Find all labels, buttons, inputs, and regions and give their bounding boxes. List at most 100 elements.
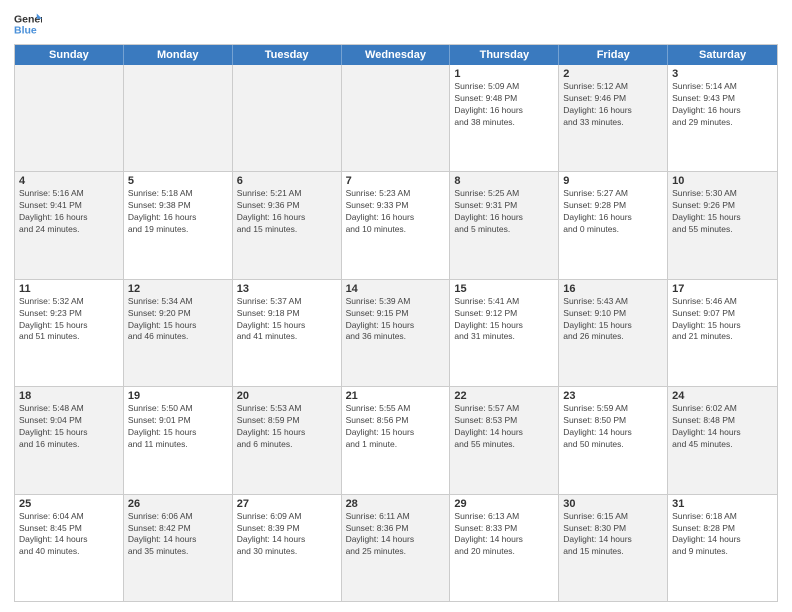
calendar: SundayMondayTuesdayWednesdayThursdayFrid… xyxy=(14,44,778,602)
calendar-cell-day-27: 27Sunrise: 6:09 AM Sunset: 8:39 PM Dayli… xyxy=(233,495,342,601)
cell-info: Sunrise: 6:15 AM Sunset: 8:30 PM Dayligh… xyxy=(563,511,663,559)
cell-info: Sunrise: 5:59 AM Sunset: 8:50 PM Dayligh… xyxy=(563,403,663,451)
cell-info: Sunrise: 5:50 AM Sunset: 9:01 PM Dayligh… xyxy=(128,403,228,451)
day-number: 2 xyxy=(563,68,663,80)
calendar-cell-day-29: 29Sunrise: 6:13 AM Sunset: 8:33 PM Dayli… xyxy=(450,495,559,601)
header-day-monday: Monday xyxy=(124,45,233,65)
calendar-cell-day-9: 9Sunrise: 5:27 AM Sunset: 9:28 PM Daylig… xyxy=(559,172,668,278)
day-number: 20 xyxy=(237,390,337,402)
cell-info: Sunrise: 5:55 AM Sunset: 8:56 PM Dayligh… xyxy=(346,403,446,451)
calendar-cell-day-15: 15Sunrise: 5:41 AM Sunset: 9:12 PM Dayli… xyxy=(450,280,559,386)
calendar-cell-day-23: 23Sunrise: 5:59 AM Sunset: 8:50 PM Dayli… xyxy=(559,387,668,493)
day-number: 25 xyxy=(19,498,119,510)
calendar-cell-day-13: 13Sunrise: 5:37 AM Sunset: 9:18 PM Dayli… xyxy=(233,280,342,386)
header-day-saturday: Saturday xyxy=(668,45,777,65)
day-number: 18 xyxy=(19,390,119,402)
day-number: 19 xyxy=(128,390,228,402)
cell-info: Sunrise: 5:12 AM Sunset: 9:46 PM Dayligh… xyxy=(563,81,663,129)
calendar-cell-day-21: 21Sunrise: 5:55 AM Sunset: 8:56 PM Dayli… xyxy=(342,387,451,493)
cell-info: Sunrise: 6:18 AM Sunset: 8:28 PM Dayligh… xyxy=(672,511,773,559)
cell-info: Sunrise: 6:09 AM Sunset: 8:39 PM Dayligh… xyxy=(237,511,337,559)
header: General Blue xyxy=(14,10,778,38)
cell-info: Sunrise: 5:14 AM Sunset: 9:43 PM Dayligh… xyxy=(672,81,773,129)
day-number: 1 xyxy=(454,68,554,80)
day-number: 3 xyxy=(672,68,773,80)
day-number: 14 xyxy=(346,283,446,295)
day-number: 30 xyxy=(563,498,663,510)
cell-info: Sunrise: 6:13 AM Sunset: 8:33 PM Dayligh… xyxy=(454,511,554,559)
day-number: 17 xyxy=(672,283,773,295)
calendar-cell-day-16: 16Sunrise: 5:43 AM Sunset: 9:10 PM Dayli… xyxy=(559,280,668,386)
header-day-tuesday: Tuesday xyxy=(233,45,342,65)
cell-info: Sunrise: 5:16 AM Sunset: 9:41 PM Dayligh… xyxy=(19,188,119,236)
calendar-header: SundayMondayTuesdayWednesdayThursdayFrid… xyxy=(15,45,777,65)
calendar-cell-day-18: 18Sunrise: 5:48 AM Sunset: 9:04 PM Dayli… xyxy=(15,387,124,493)
day-number: 6 xyxy=(237,175,337,187)
cell-info: Sunrise: 6:06 AM Sunset: 8:42 PM Dayligh… xyxy=(128,511,228,559)
cell-info: Sunrise: 5:46 AM Sunset: 9:07 PM Dayligh… xyxy=(672,296,773,344)
calendar-cell-day-30: 30Sunrise: 6:15 AM Sunset: 8:30 PM Dayli… xyxy=(559,495,668,601)
day-number: 10 xyxy=(672,175,773,187)
cell-info: Sunrise: 5:43 AM Sunset: 9:10 PM Dayligh… xyxy=(563,296,663,344)
day-number: 22 xyxy=(454,390,554,402)
day-number: 12 xyxy=(128,283,228,295)
calendar-cell-day-6: 6Sunrise: 5:21 AM Sunset: 9:36 PM Daylig… xyxy=(233,172,342,278)
cell-info: Sunrise: 5:34 AM Sunset: 9:20 PM Dayligh… xyxy=(128,296,228,344)
day-number: 31 xyxy=(672,498,773,510)
calendar-row-0: 1Sunrise: 5:09 AM Sunset: 9:48 PM Daylig… xyxy=(15,65,777,172)
logo: General Blue xyxy=(14,10,42,38)
calendar-cell-empty xyxy=(342,65,451,171)
calendar-row-4: 25Sunrise: 6:04 AM Sunset: 8:45 PM Dayli… xyxy=(15,495,777,601)
day-number: 15 xyxy=(454,283,554,295)
calendar-cell-empty xyxy=(233,65,342,171)
cell-info: Sunrise: 5:09 AM Sunset: 9:48 PM Dayligh… xyxy=(454,81,554,129)
calendar-cell-empty xyxy=(124,65,233,171)
calendar-cell-day-4: 4Sunrise: 5:16 AM Sunset: 9:41 PM Daylig… xyxy=(15,172,124,278)
calendar-cell-day-25: 25Sunrise: 6:04 AM Sunset: 8:45 PM Dayli… xyxy=(15,495,124,601)
cell-info: Sunrise: 5:39 AM Sunset: 9:15 PM Dayligh… xyxy=(346,296,446,344)
calendar-cell-day-19: 19Sunrise: 5:50 AM Sunset: 9:01 PM Dayli… xyxy=(124,387,233,493)
cell-info: Sunrise: 5:25 AM Sunset: 9:31 PM Dayligh… xyxy=(454,188,554,236)
cell-info: Sunrise: 5:30 AM Sunset: 9:26 PM Dayligh… xyxy=(672,188,773,236)
day-number: 8 xyxy=(454,175,554,187)
calendar-cell-day-7: 7Sunrise: 5:23 AM Sunset: 9:33 PM Daylig… xyxy=(342,172,451,278)
calendar-cell-day-11: 11Sunrise: 5:32 AM Sunset: 9:23 PM Dayli… xyxy=(15,280,124,386)
calendar-cell-day-12: 12Sunrise: 5:34 AM Sunset: 9:20 PM Dayli… xyxy=(124,280,233,386)
cell-info: Sunrise: 5:27 AM Sunset: 9:28 PM Dayligh… xyxy=(563,188,663,236)
cell-info: Sunrise: 5:18 AM Sunset: 9:38 PM Dayligh… xyxy=(128,188,228,236)
day-number: 28 xyxy=(346,498,446,510)
calendar-row-2: 11Sunrise: 5:32 AM Sunset: 9:23 PM Dayli… xyxy=(15,280,777,387)
day-number: 5 xyxy=(128,175,228,187)
header-day-wednesday: Wednesday xyxy=(342,45,451,65)
calendar-cell-day-8: 8Sunrise: 5:25 AM Sunset: 9:31 PM Daylig… xyxy=(450,172,559,278)
cell-info: Sunrise: 5:37 AM Sunset: 9:18 PM Dayligh… xyxy=(237,296,337,344)
logo-icon: General Blue xyxy=(14,10,42,38)
calendar-cell-empty xyxy=(15,65,124,171)
cell-info: Sunrise: 5:21 AM Sunset: 9:36 PM Dayligh… xyxy=(237,188,337,236)
day-number: 7 xyxy=(346,175,446,187)
svg-text:Blue: Blue xyxy=(14,25,37,37)
day-number: 13 xyxy=(237,283,337,295)
cell-info: Sunrise: 5:48 AM Sunset: 9:04 PM Dayligh… xyxy=(19,403,119,451)
day-number: 27 xyxy=(237,498,337,510)
calendar-cell-day-1: 1Sunrise: 5:09 AM Sunset: 9:48 PM Daylig… xyxy=(450,65,559,171)
calendar-cell-day-14: 14Sunrise: 5:39 AM Sunset: 9:15 PM Dayli… xyxy=(342,280,451,386)
calendar-cell-day-3: 3Sunrise: 5:14 AM Sunset: 9:43 PM Daylig… xyxy=(668,65,777,171)
calendar-cell-day-26: 26Sunrise: 6:06 AM Sunset: 8:42 PM Dayli… xyxy=(124,495,233,601)
calendar-cell-day-20: 20Sunrise: 5:53 AM Sunset: 8:59 PM Dayli… xyxy=(233,387,342,493)
header-day-friday: Friday xyxy=(559,45,668,65)
calendar-cell-day-24: 24Sunrise: 6:02 AM Sunset: 8:48 PM Dayli… xyxy=(668,387,777,493)
day-number: 21 xyxy=(346,390,446,402)
cell-info: Sunrise: 5:57 AM Sunset: 8:53 PM Dayligh… xyxy=(454,403,554,451)
cell-info: Sunrise: 6:02 AM Sunset: 8:48 PM Dayligh… xyxy=(672,403,773,451)
day-number: 29 xyxy=(454,498,554,510)
calendar-cell-day-22: 22Sunrise: 5:57 AM Sunset: 8:53 PM Dayli… xyxy=(450,387,559,493)
day-number: 11 xyxy=(19,283,119,295)
day-number: 24 xyxy=(672,390,773,402)
cell-info: Sunrise: 5:41 AM Sunset: 9:12 PM Dayligh… xyxy=(454,296,554,344)
calendar-row-3: 18Sunrise: 5:48 AM Sunset: 9:04 PM Dayli… xyxy=(15,387,777,494)
cell-info: Sunrise: 5:23 AM Sunset: 9:33 PM Dayligh… xyxy=(346,188,446,236)
calendar-body: 1Sunrise: 5:09 AM Sunset: 9:48 PM Daylig… xyxy=(15,65,777,601)
calendar-cell-day-31: 31Sunrise: 6:18 AM Sunset: 8:28 PM Dayli… xyxy=(668,495,777,601)
calendar-cell-day-28: 28Sunrise: 6:11 AM Sunset: 8:36 PM Dayli… xyxy=(342,495,451,601)
